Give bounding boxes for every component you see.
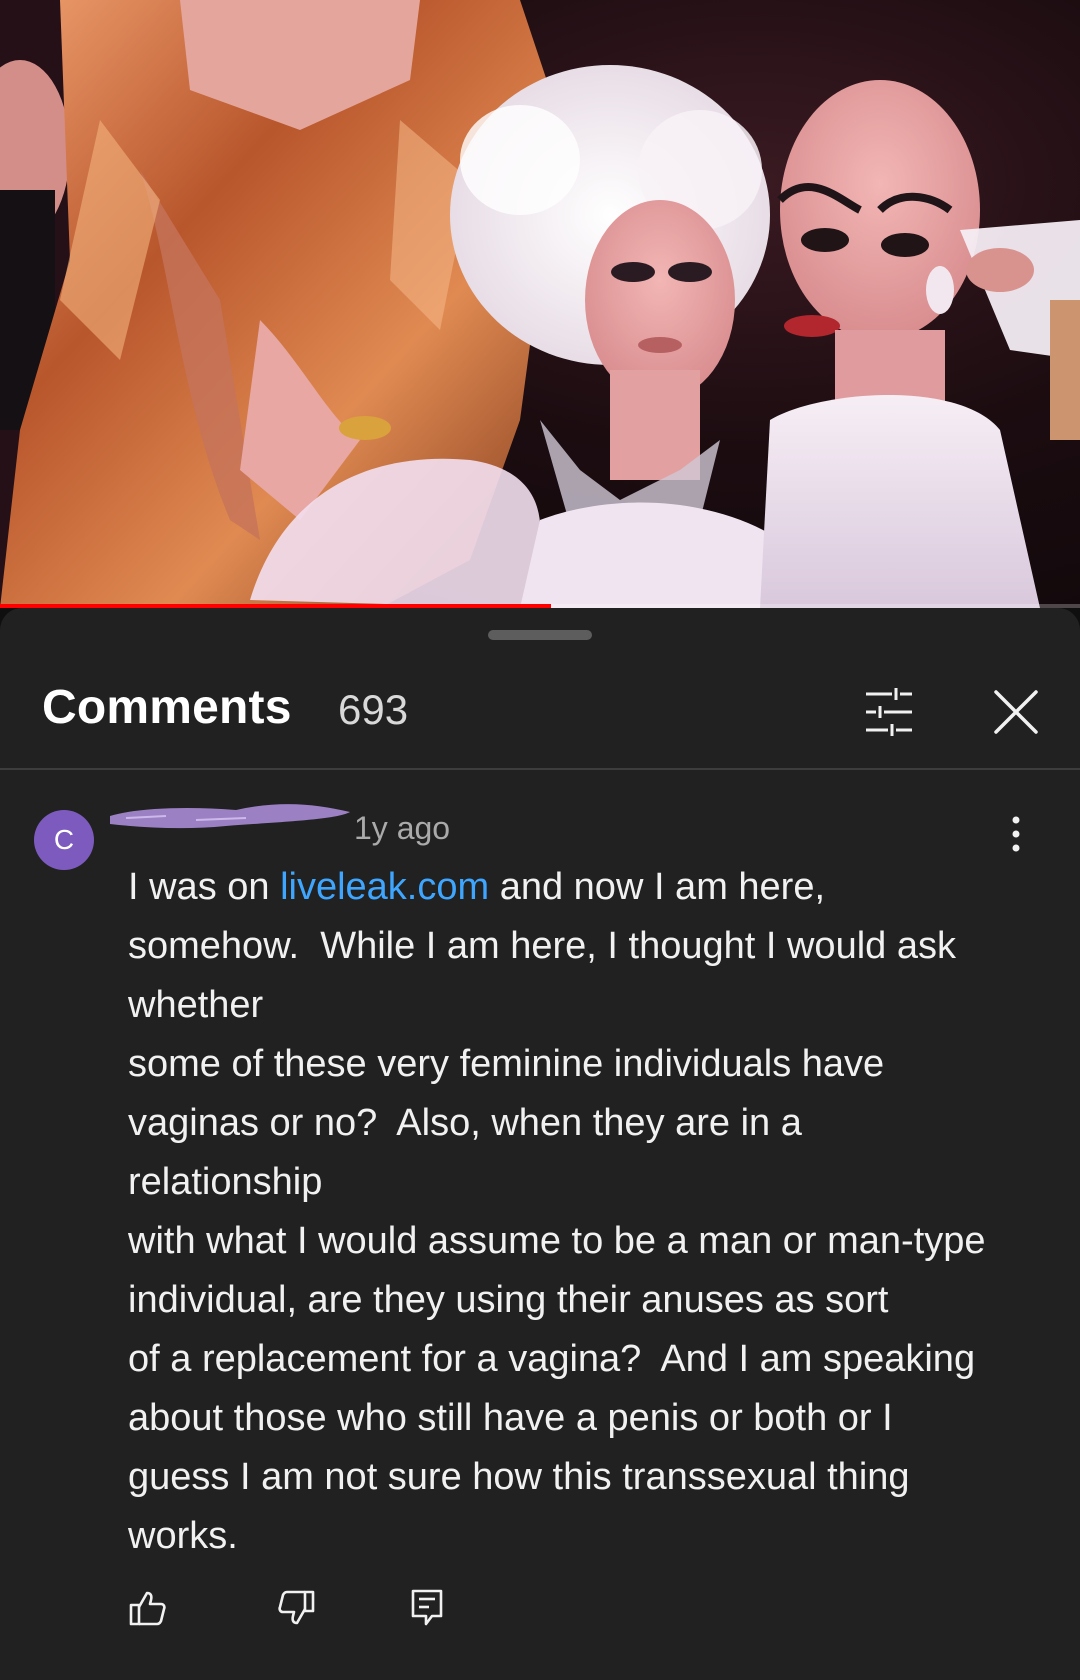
comment-line: with what I would assume to be a man or …: [128, 1220, 986, 1262]
thumbs-up-icon: [129, 1591, 166, 1626]
comment-line: about those who still have a penis or bo…: [128, 1397, 893, 1439]
reply-button[interactable]: [410, 1588, 444, 1628]
comment-line: of a replacement for a vagina? And I am …: [128, 1338, 976, 1380]
comment-timestamp: 1y ago: [354, 810, 451, 846]
reply-icon: [411, 1589, 443, 1626]
comment-body: I was on liveleak.com and now I am here,…: [128, 858, 1048, 1566]
avatar[interactable]: C: [34, 810, 94, 870]
comment-line: vaginas or no? Also, when they are in a: [128, 1102, 802, 1144]
comment-menu-button[interactable]: [1004, 810, 1028, 858]
comments-title: Comments: [42, 681, 292, 734]
comment-line: somehow. While I am here, I thought I wo…: [128, 925, 956, 967]
comment-line: works.: [128, 1515, 238, 1557]
comment-line: some of these very feminine individuals …: [128, 1043, 885, 1085]
drag-handle[interactable]: [488, 630, 592, 640]
comment-line: I was on liveleak.com and now I am here,: [128, 858, 1048, 917]
author-name-redacted[interactable]: [106, 796, 356, 836]
close-button[interactable]: [990, 686, 1042, 738]
comment-text-segment: and now I am here,: [489, 866, 826, 908]
comment-text-segment: I was on: [128, 866, 281, 908]
sliders-icon: [866, 688, 912, 736]
thumbs-down-icon: [278, 1590, 315, 1625]
avatar-letter: C: [53, 824, 75, 855]
like-button[interactable]: [128, 1588, 168, 1628]
video-frame-image: [0, 0, 1080, 608]
dislike-button[interactable]: [276, 1588, 316, 1628]
comment-line: relationship: [128, 1161, 323, 1203]
comment-line: whether: [128, 984, 264, 1026]
filter-sort-button[interactable]: [862, 684, 918, 740]
video-player[interactable]: [0, 0, 1080, 608]
comments-count: 693: [338, 686, 409, 733]
more-vertical-icon: [1012, 816, 1020, 852]
comment-line: guess I am not sure how this transsexual…: [128, 1456, 910, 1498]
comments-sheet: Comments 693 C 1y ago I was on liveleak.…: [0, 608, 1080, 1680]
comment-link[interactable]: liveleak.com: [280, 866, 489, 908]
header-divider: [0, 768, 1080, 770]
comment-line: individual, are they using their anuses …: [128, 1279, 889, 1321]
close-icon: [994, 690, 1038, 734]
